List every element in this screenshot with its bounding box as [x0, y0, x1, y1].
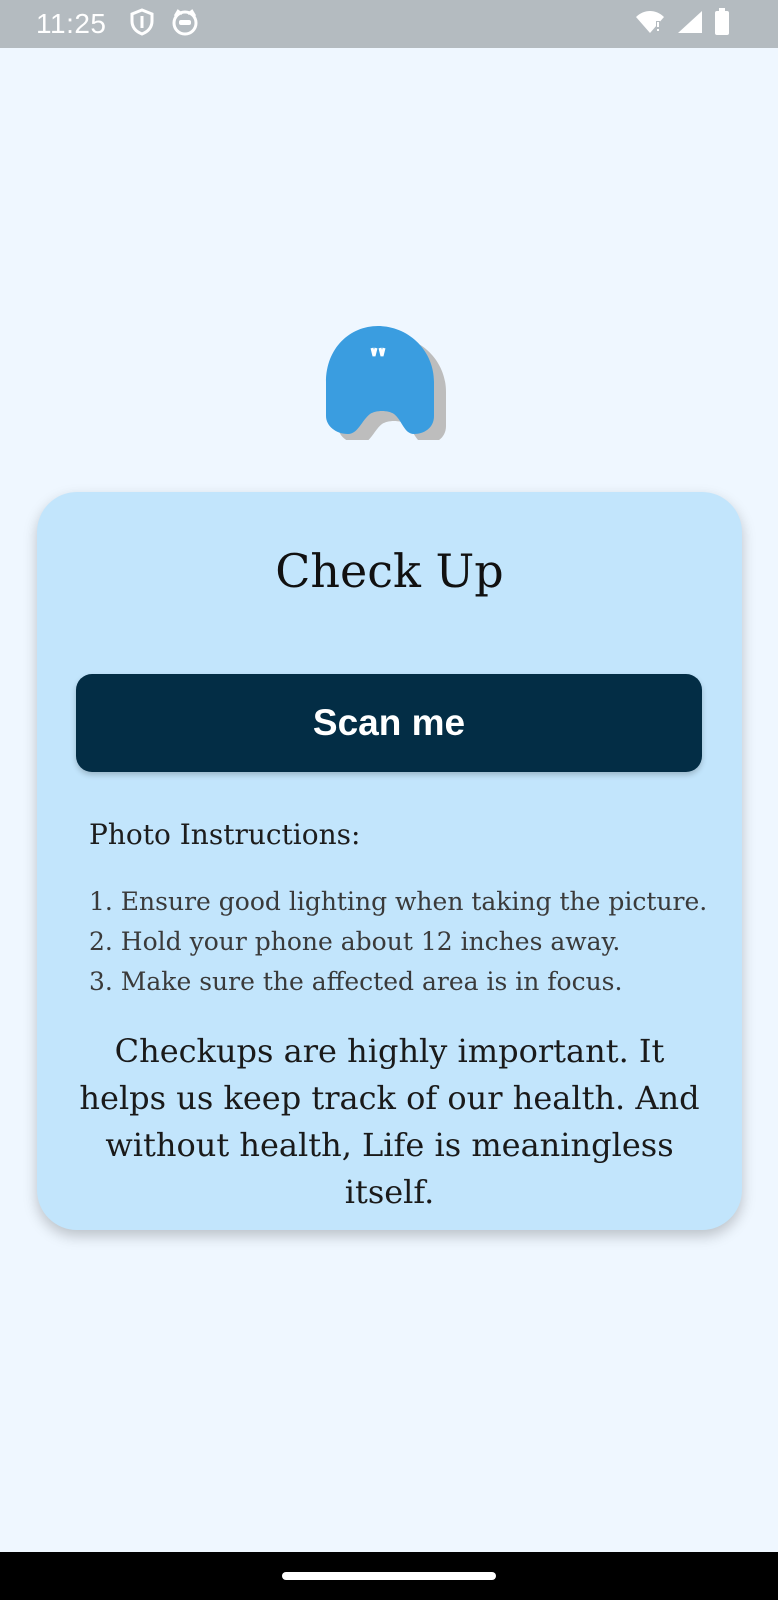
shield-icon: [129, 8, 155, 40]
status-time: 11:25: [36, 8, 107, 39]
home-indicator[interactable]: [282, 1572, 496, 1580]
page-title: Check Up: [275, 544, 504, 598]
scan-button[interactable]: Scan me: [76, 674, 702, 772]
instructions-list: 1. Ensure good lighting when taking the …: [89, 882, 707, 1002]
main-content: Check Up Scan me Photo Instructions: 1. …: [0, 48, 778, 1552]
instruction-item: 1. Ensure good lighting when taking the …: [89, 887, 708, 916]
instruction-item: 3. Make sure the affected area is in foc…: [89, 967, 623, 996]
blue-tooth-logo-icon: [324, 324, 450, 444]
status-right-icons: [634, 0, 730, 48]
checkup-card: Check Up Scan me Photo Instructions: 1. …: [37, 492, 742, 1230]
wifi-alert-icon: [634, 9, 666, 39]
status-left-icons: [129, 8, 199, 40]
cat-face-icon: [171, 8, 199, 40]
health-message: Checkups are highly important. It helps …: [79, 1032, 700, 1211]
status-bar: 11:25: [0, 0, 778, 48]
battery-icon: [714, 8, 730, 40]
instructions-heading: Photo Instructions:: [89, 818, 361, 851]
signal-icon: [676, 9, 704, 39]
instruction-item: 2. Hold your phone about 12 inches away.: [89, 927, 621, 956]
